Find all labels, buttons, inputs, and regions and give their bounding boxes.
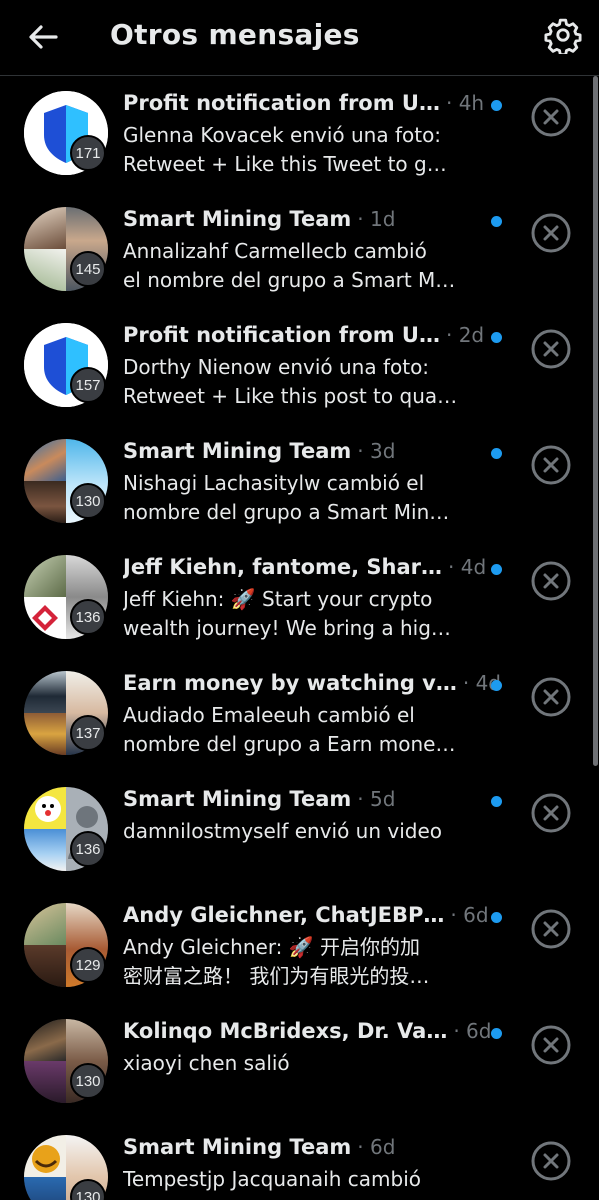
unread-indicator bbox=[491, 680, 502, 691]
dismiss-x-icon[interactable] bbox=[529, 327, 573, 371]
conversation-row[interactable]: 137 Earn money by watching v… · 4d Audia… bbox=[0, 657, 599, 773]
back-arrow-icon[interactable] bbox=[26, 20, 60, 54]
message-preview: Tempestjp Jacquanaih cambió bbox=[123, 1167, 421, 1191]
conversation-time: · 4h bbox=[445, 91, 485, 115]
conversation-row[interactable]: 157 Profit notification from U… · 2d Dor… bbox=[0, 309, 599, 425]
conversation-row[interactable]: 145 Smart Mining Team · 1d Annalizahf Ca… bbox=[0, 193, 599, 309]
gear-icon[interactable] bbox=[544, 16, 582, 54]
conversation-title: Smart Mining Team bbox=[123, 207, 352, 231]
conversation-title: Smart Mining Team bbox=[123, 1135, 352, 1159]
member-count-badge: 137 bbox=[70, 715, 106, 751]
member-photo bbox=[24, 207, 66, 249]
message-preview: xiaoyi chen salió bbox=[123, 1051, 290, 1075]
member-count-badge: 136 bbox=[70, 599, 106, 635]
conversation-row[interactable]: 130 Kolinqo McBridexs, Dr. Va… · 6d xiao… bbox=[0, 1005, 599, 1121]
conversation-title: Kolinqo McBridexs, Dr. Va… bbox=[123, 1019, 448, 1043]
conversation-list: 171 Profit notification from U… · 4h Gle… bbox=[0, 77, 599, 1200]
member-photo bbox=[24, 829, 66, 871]
conversation-title: Profit notification from U… bbox=[123, 323, 440, 347]
dismiss-x-icon[interactable] bbox=[529, 443, 573, 487]
message-preview: Glenna Kovacek envió una foto: bbox=[123, 123, 442, 147]
conversation-time: · 2d bbox=[445, 323, 485, 347]
conversation-row[interactable]: 171 Profit notification from U… · 4h Gle… bbox=[0, 77, 599, 193]
top-bar: Otros mensajes bbox=[0, 0, 599, 76]
conversation-title: Earn money by watching v… bbox=[123, 671, 457, 695]
conversation-row[interactable]: 136 Jeff Kiehn, fantome, Shar… · 4d Jeff… bbox=[0, 541, 599, 657]
member-photo bbox=[24, 1135, 66, 1177]
member-photo bbox=[24, 555, 66, 597]
message-preview: Retweet + Like this Tweet to g… bbox=[123, 152, 447, 176]
conversation-row[interactable]: 130 Smart Mining Team · 6d Tempestjp Jac… bbox=[0, 1121, 599, 1200]
member-photo bbox=[24, 945, 66, 987]
message-preview: Jeff Kiehn: 🚀 Start your crypto bbox=[123, 587, 433, 611]
member-photo bbox=[24, 1019, 66, 1061]
member-photo bbox=[24, 713, 66, 755]
dismiss-x-icon[interactable] bbox=[529, 791, 573, 835]
conversation-time: · 6d bbox=[450, 903, 489, 927]
dismiss-x-icon[interactable] bbox=[529, 675, 573, 719]
member-photo bbox=[24, 671, 66, 713]
message-preview: nombre del grupo a Smart Min… bbox=[123, 500, 450, 524]
message-preview: el nombre del grupo a Smart M… bbox=[123, 268, 456, 292]
conversation-time: · 4d bbox=[448, 555, 487, 579]
clown-face-icon bbox=[35, 796, 61, 822]
unread-indicator bbox=[491, 564, 502, 575]
member-photo bbox=[24, 787, 66, 829]
conversation-time: · 6d bbox=[357, 1135, 396, 1159]
dismiss-x-icon[interactable] bbox=[529, 95, 573, 139]
member-count-badge: 130 bbox=[70, 1063, 106, 1099]
message-preview: Audiado Emaleeuh cambió el bbox=[123, 703, 415, 727]
conversation-row[interactable]: 136 Smart Mining Team · 5d damnilostmyse… bbox=[0, 773, 599, 889]
dismiss-x-icon[interactable] bbox=[529, 907, 573, 951]
member-count-badge: 171 bbox=[70, 135, 106, 171]
conversation-title: Andy Gleichner, ChatJEBP… bbox=[123, 903, 445, 927]
unread-indicator bbox=[491, 912, 502, 923]
member-count-badge: 145 bbox=[70, 251, 106, 287]
member-photo bbox=[24, 1061, 66, 1103]
unread-indicator bbox=[491, 100, 502, 111]
unread-indicator bbox=[491, 796, 502, 807]
member-count-badge: 129 bbox=[70, 947, 106, 983]
member-photo bbox=[24, 1177, 66, 1200]
dismiss-x-icon[interactable] bbox=[529, 1139, 573, 1183]
conversation-title: Smart Mining Team bbox=[123, 439, 352, 463]
dismiss-x-icon[interactable] bbox=[529, 1023, 573, 1067]
message-preview: Dorthy Nienow envió una foto: bbox=[123, 355, 430, 379]
conversation-time: · 3d bbox=[357, 439, 396, 463]
member-photo bbox=[24, 439, 66, 481]
message-preview: 密财富之路！ 我们为有眼光的投… bbox=[123, 964, 430, 988]
cartoon-face-icon bbox=[32, 1145, 60, 1173]
message-preview: Andy Gleichner: 🚀 开启你的加 bbox=[123, 935, 421, 959]
message-preview: damnilostmyself envió un video bbox=[123, 819, 443, 843]
member-count-badge: 130 bbox=[70, 483, 106, 519]
conversation-time: · 6d bbox=[453, 1019, 492, 1043]
message-preview: nombre del grupo a Earn mone… bbox=[123, 732, 456, 756]
conversation-row[interactable]: 129 Andy Gleichner, ChatJEBP… · 6d Andy … bbox=[0, 889, 599, 1005]
message-preview: Nishagi Lachasitylw cambió el bbox=[123, 471, 425, 495]
red-logo-icon bbox=[32, 605, 58, 631]
dismiss-x-icon[interactable] bbox=[529, 211, 573, 255]
unread-indicator bbox=[491, 216, 502, 227]
dismiss-x-icon[interactable] bbox=[529, 559, 573, 603]
message-preview: Retweet + Like this post to qua… bbox=[123, 384, 458, 408]
conversation-time: · 5d bbox=[357, 787, 396, 811]
member-count-badge: 136 bbox=[70, 831, 106, 867]
unread-indicator bbox=[491, 1028, 502, 1039]
message-preview: Annalizahf Carmellecb cambió bbox=[123, 239, 427, 263]
member-photo bbox=[24, 481, 66, 523]
unread-indicator bbox=[491, 332, 502, 343]
scrollbar[interactable] bbox=[593, 76, 598, 766]
message-preview: wealth journey! We bring a hig… bbox=[123, 616, 451, 640]
member-photo bbox=[24, 903, 66, 945]
member-count-badge: 157 bbox=[70, 367, 106, 403]
member-photo bbox=[24, 597, 66, 639]
member-photo bbox=[24, 249, 66, 291]
conversation-title: Jeff Kiehn, fantome, Shar… bbox=[123, 555, 443, 579]
unread-indicator bbox=[491, 448, 502, 459]
conversation-title: Profit notification from U… bbox=[123, 91, 440, 115]
conversation-title: Smart Mining Team bbox=[123, 787, 352, 811]
conversation-row[interactable]: 130 Smart Mining Team · 3d Nishagi Lacha… bbox=[0, 425, 599, 541]
page-title: Otros mensajes bbox=[110, 18, 360, 51]
conversation-time: · 1d bbox=[357, 207, 396, 231]
